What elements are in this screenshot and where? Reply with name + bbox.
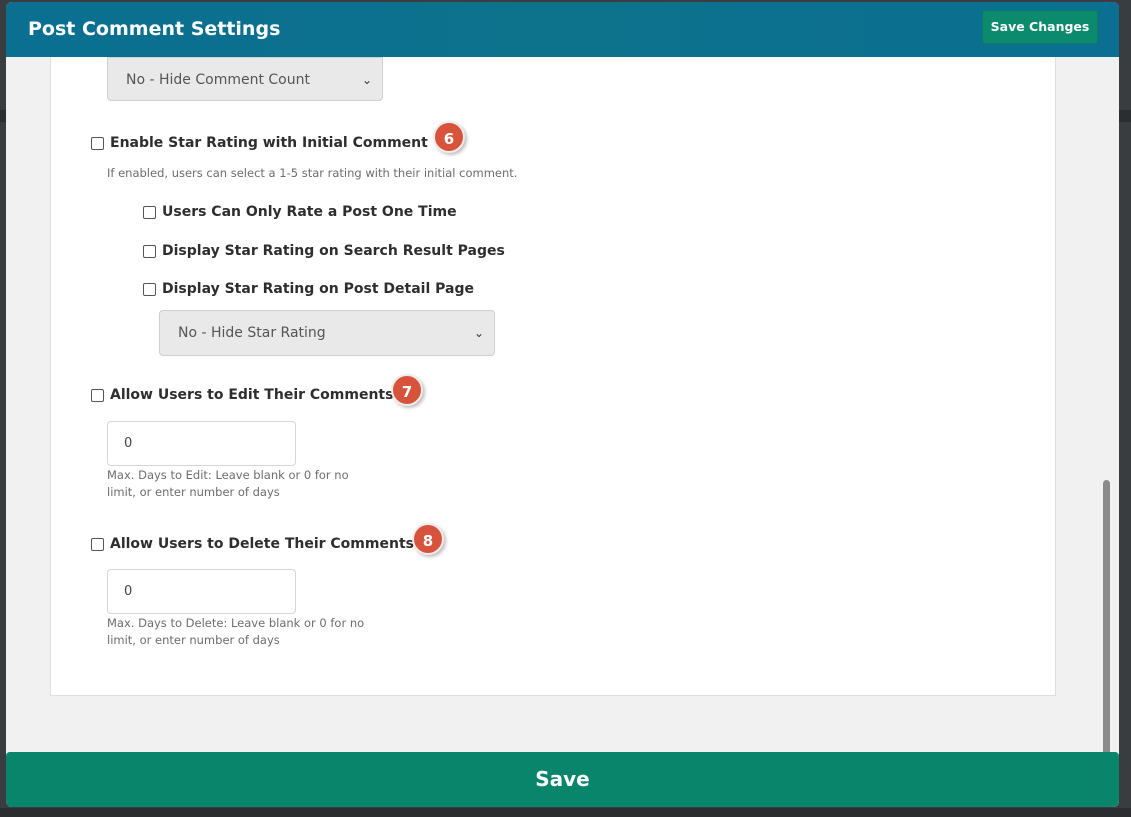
edit-comments-label: Allow Users to Edit Their Comments <box>110 387 394 403</box>
star-rating-help: If enabled, users can select a 1-5 star … <box>107 166 518 180</box>
comment-count-select[interactable]: No - Hide Comment Count ⌄ <box>107 57 383 101</box>
edit-days-input[interactable]: 0 <box>107 421 296 466</box>
star-rating-option[interactable]: Enable Star Rating with Initial Comment <box>91 135 428 151</box>
step-badge-8: 8 <box>412 523 444 555</box>
edit-comments-checkbox[interactable] <box>91 388 104 402</box>
star-rating-detail-select[interactable]: No - Hide Star Rating ⌄ <box>159 310 495 356</box>
chevron-down-icon: ⌄ <box>473 326 484 340</box>
step-badge-7: 7 <box>391 374 423 406</box>
post-comment-settings-modal: Post Comment Settings Save Changes No - … <box>6 2 1119 807</box>
display-rating-detail-checkbox[interactable] <box>143 282 156 296</box>
settings-panel: No - Hide Comment Count ⌄ Enable Star Ra… <box>50 57 1056 696</box>
delete-comments-label: Allow Users to Delete Their Comments <box>110 536 414 552</box>
backdrop-strip-bottom <box>0 808 1131 817</box>
modal-header: Post Comment Settings Save Changes <box>6 2 1119 57</box>
display-rating-search-option[interactable]: Display Star Rating on Search Result Pag… <box>143 243 505 259</box>
rate-once-label: Users Can Only Rate a Post One Time <box>162 204 457 220</box>
star-rating-label: Enable Star Rating with Initial Comment <box>110 135 428 151</box>
delete-comments-option[interactable]: Allow Users to Delete Their Comments <box>91 536 414 552</box>
display-rating-detail-label: Display Star Rating on Post Detail Page <box>162 281 474 297</box>
comment-count-select-value: No - Hide Comment Count <box>126 72 310 88</box>
delete-days-help-line2: limit, or enter number of days <box>107 633 280 647</box>
edit-days-help-line1: Max. Days to Edit: Leave blank or 0 for … <box>107 468 349 482</box>
delete-days-input[interactable]: 0 <box>107 569 296 614</box>
save-changes-button[interactable]: Save Changes <box>982 10 1098 44</box>
edit-days-help-line2: limit, or enter number of days <box>107 485 280 499</box>
star-rating-detail-select-value: No - Hide Star Rating <box>178 325 326 341</box>
chevron-down-icon: ⌄ <box>361 73 372 87</box>
delete-comments-checkbox[interactable] <box>91 537 104 551</box>
rate-once-option[interactable]: Users Can Only Rate a Post One Time <box>143 204 457 220</box>
star-rating-checkbox[interactable] <box>91 136 104 150</box>
save-button[interactable]: Save <box>6 752 1119 807</box>
display-rating-search-checkbox[interactable] <box>143 244 156 258</box>
display-rating-search-label: Display Star Rating on Search Result Pag… <box>162 243 505 259</box>
display-rating-detail-option[interactable]: Display Star Rating on Post Detail Page <box>143 281 474 297</box>
scrollbar-thumb[interactable] <box>1103 480 1110 760</box>
delete-days-help-line1: Max. Days to Delete: Leave blank or 0 fo… <box>107 616 365 630</box>
step-badge-6: 6 <box>433 121 465 153</box>
edit-comments-option[interactable]: Allow Users to Edit Their Comments <box>91 387 393 403</box>
rate-once-checkbox[interactable] <box>143 205 156 219</box>
modal-title: Post Comment Settings <box>28 18 281 40</box>
